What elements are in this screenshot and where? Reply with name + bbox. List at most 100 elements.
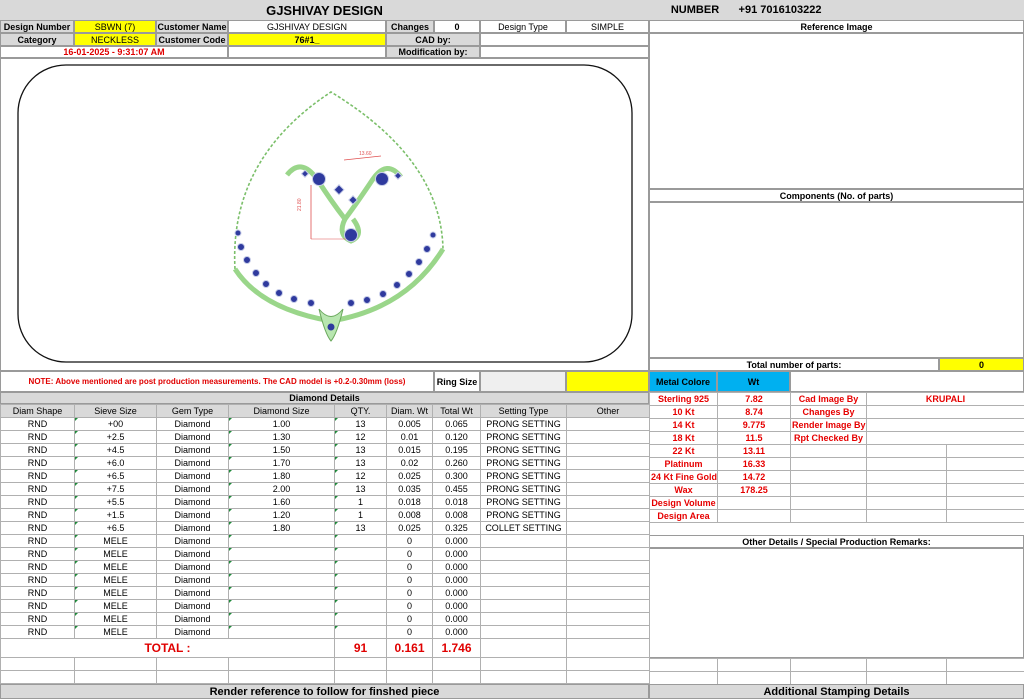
table-cell[interactable] — [228, 612, 335, 626]
table-cell[interactable]: Diamond — [156, 521, 229, 535]
table-cell[interactable]: +6.5 — [74, 469, 157, 483]
table-cell[interactable] — [566, 599, 650, 613]
table-cell[interactable]: 0 — [386, 599, 433, 613]
table-cell[interactable]: +1.5 — [74, 508, 157, 522]
table-cell[interactable]: Diamond — [156, 469, 229, 483]
credit-value[interactable] — [866, 405, 1024, 419]
table-cell[interactable]: COLLET SETTING — [480, 521, 567, 535]
table-cell[interactable]: 0.035 — [386, 482, 433, 496]
table-cell[interactable]: 13 — [334, 417, 387, 431]
table-cell[interactable]: 13 — [334, 521, 387, 535]
table-cell[interactable] — [334, 625, 387, 639]
table-cell[interactable]: Diamond — [156, 560, 229, 574]
table-cell[interactable] — [480, 586, 567, 600]
table-cell[interactable] — [566, 612, 650, 626]
table-cell[interactable] — [566, 443, 650, 457]
table-cell[interactable]: 1.00 — [228, 417, 335, 431]
table-cell[interactable]: 0.02 — [386, 456, 433, 470]
table-cell[interactable]: +4.5 — [74, 443, 157, 457]
table-cell[interactable]: 0.000 — [432, 612, 481, 626]
table-cell[interactable]: 1.60 — [228, 495, 335, 509]
changes-value[interactable]: 0 — [434, 20, 480, 33]
table-cell[interactable] — [334, 573, 387, 587]
table-cell[interactable]: RND — [0, 547, 75, 561]
table-cell[interactable]: Diamond — [156, 456, 229, 470]
table-cell[interactable]: MELE — [74, 573, 157, 587]
table-cell[interactable] — [566, 430, 650, 444]
table-cell[interactable]: 12 — [334, 469, 387, 483]
table-cell[interactable]: 0.000 — [432, 547, 481, 561]
table-cell[interactable]: PRONG SETTING — [480, 456, 567, 470]
table-cell[interactable]: Diamond — [156, 417, 229, 431]
table-cell[interactable] — [334, 612, 387, 626]
table-cell[interactable]: MELE — [74, 547, 157, 561]
other-details-area[interactable] — [649, 548, 1024, 658]
table-cell[interactable] — [566, 508, 650, 522]
table-cell[interactable] — [334, 547, 387, 561]
credit-value[interactable]: KRUPALI — [866, 392, 1024, 406]
table-cell[interactable] — [480, 560, 567, 574]
table-cell[interactable]: +2.5 — [74, 430, 157, 444]
table-cell[interactable]: 0.455 — [432, 482, 481, 496]
modification-by-value[interactable] — [480, 46, 649, 58]
table-cell[interactable] — [480, 547, 567, 561]
table-cell[interactable]: RND — [0, 482, 75, 496]
table-cell[interactable]: Diamond — [156, 612, 229, 626]
table-cell[interactable]: RND — [0, 495, 75, 509]
table-cell[interactable]: 0.000 — [432, 586, 481, 600]
credit-value[interactable] — [866, 431, 1024, 445]
table-cell[interactable]: 1.50 — [228, 443, 335, 457]
table-cell[interactable]: 1.30 — [228, 430, 335, 444]
table-cell[interactable]: 0.01 — [386, 430, 433, 444]
table-cell[interactable] — [228, 534, 335, 548]
table-cell[interactable]: RND — [0, 586, 75, 600]
table-cell[interactable]: 1.20 — [228, 508, 335, 522]
table-cell[interactable]: RND — [0, 612, 75, 626]
table-cell[interactable]: 0.008 — [432, 508, 481, 522]
table-cell[interactable]: Diamond — [156, 482, 229, 496]
table-cell[interactable]: PRONG SETTING — [480, 430, 567, 444]
credit-value[interactable] — [866, 418, 1024, 432]
table-cell[interactable] — [480, 599, 567, 613]
table-cell[interactable]: 0.260 — [432, 456, 481, 470]
table-cell[interactable]: 0.195 — [432, 443, 481, 457]
table-cell[interactable]: 1.80 — [228, 469, 335, 483]
table-cell[interactable] — [566, 456, 650, 470]
table-cell[interactable] — [480, 625, 567, 639]
table-cell[interactable]: MELE — [74, 586, 157, 600]
ring-size-value[interactable] — [480, 371, 566, 392]
table-cell[interactable]: Diamond — [156, 625, 229, 639]
table-cell[interactable]: MELE — [74, 625, 157, 639]
table-cell[interactable]: Diamond — [156, 586, 229, 600]
table-cell[interactable] — [480, 612, 567, 626]
table-cell[interactable]: +5.5 — [74, 495, 157, 509]
table-cell[interactable]: 0.000 — [432, 534, 481, 548]
table-cell[interactable] — [228, 560, 335, 574]
design-type-value[interactable]: SIMPLE — [566, 20, 649, 33]
table-cell[interactable] — [334, 586, 387, 600]
table-cell[interactable]: PRONG SETTING — [480, 469, 567, 483]
table-cell[interactable]: 0.000 — [432, 599, 481, 613]
table-cell[interactable] — [566, 469, 650, 483]
table-cell[interactable]: 1.70 — [228, 456, 335, 470]
table-cell[interactable] — [566, 560, 650, 574]
table-cell[interactable]: 1.80 — [228, 521, 335, 535]
table-cell[interactable]: MELE — [74, 612, 157, 626]
table-cell[interactable]: MELE — [74, 560, 157, 574]
table-cell[interactable] — [228, 547, 335, 561]
table-cell[interactable]: +7.5 — [74, 482, 157, 496]
table-cell[interactable]: RND — [0, 573, 75, 587]
table-cell[interactable]: 0.015 — [386, 443, 433, 457]
table-cell[interactable]: 0.065 — [432, 417, 481, 431]
table-cell[interactable] — [566, 547, 650, 561]
table-cell[interactable]: 0 — [386, 612, 433, 626]
table-cell[interactable]: 0.000 — [432, 573, 481, 587]
table-cell[interactable] — [566, 586, 650, 600]
table-cell[interactable] — [334, 560, 387, 574]
table-cell[interactable] — [566, 573, 650, 587]
table-cell[interactable]: RND — [0, 599, 75, 613]
table-cell[interactable]: 13 — [334, 443, 387, 457]
table-cell[interactable]: 0.300 — [432, 469, 481, 483]
table-cell[interactable] — [228, 573, 335, 587]
table-cell[interactable]: +6.0 — [74, 456, 157, 470]
